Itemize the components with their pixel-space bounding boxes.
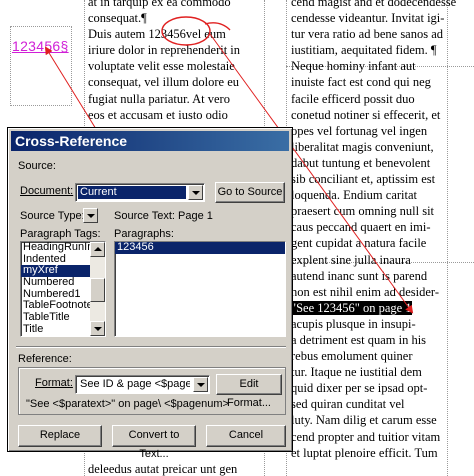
text-line: explent sine julla inaura: [291, 252, 411, 267]
document-label: Document:: [20, 185, 74, 197]
text-line: eos et accusam et iusto odio: [88, 107, 228, 122]
text-line: loquenda. Endium caritat: [291, 188, 418, 203]
text-line: Duis autem 123456vel eum: [88, 27, 226, 42]
paragraph-tags-list[interactable]: HeadingRunIn Indented myXref Numbered Number…: [20, 241, 106, 337]
format-definition: "See <$paratext>" on page\ <$pagenum>: [26, 398, 229, 410]
source-text-value: Page: [178, 210, 204, 222]
format-select[interactable]: See ID & page <$pagenum>: [75, 375, 210, 394]
document-select[interactable]: Current: [75, 183, 205, 202]
chevron-down-icon[interactable]: [83, 208, 98, 223]
source-label: Source:: [18, 160, 56, 172]
edit-format-button[interactable]: Edit Format...: [216, 374, 282, 409]
cancel-button[interactable]: Cancel: [206, 425, 286, 447]
text-line: conetud notiner si effecerit, et: [291, 107, 441, 122]
source-text-page: 1: [206, 210, 213, 222]
paragraph-tags-scrollbar[interactable]: [90, 242, 105, 336]
separator: [16, 346, 286, 348]
text-line: liberalitat magis conveniunt,: [291, 139, 434, 154]
text-line: dabut tuntung et benevolent: [291, 155, 431, 170]
text-line: rebus emolument quiner: [291, 349, 413, 364]
text-line: fugiat nulla pariatur. At vero: [88, 91, 230, 106]
replace-button[interactable]: Replace: [18, 425, 102, 447]
paragraphs-list[interactable]: 123456: [114, 241, 286, 337]
text-line: opes vel fortunag vel ingen: [291, 123, 428, 138]
scroll-up-icon[interactable]: [90, 242, 105, 257]
text-line: cend magist and et dodecendesse: [291, 0, 457, 9]
text-line: a detriment est quam in his: [291, 332, 427, 347]
text-line: tur. Itaque ne iustitial dem: [291, 365, 422, 380]
text-line: deleedus autat preicar unt gen: [88, 461, 238, 476]
scroll-down-icon[interactable]: [90, 321, 105, 336]
chevron-down-icon[interactable]: [193, 377, 208, 392]
paragraph-tags-label: Paragraph Tags:: [20, 228, 101, 240]
text-line: cend propter and tuitior vitam: [291, 429, 441, 444]
text-line: iriure dolor in reprehenderit in: [88, 43, 241, 58]
document-select-value: Current: [78, 186, 186, 199]
text-line: at in tarquip ex ea commodo: [88, 0, 231, 9]
text-line: sed quiran cunditat vel: [291, 397, 405, 412]
text-line: voluptate velit esse molestaie: [88, 59, 235, 74]
text-line: consequat, vel illum dolore eu: [88, 75, 240, 90]
text-column-right[interactable]: cend magist and et dodecendesse cendesse …: [291, 0, 473, 476]
format-label: Format:: [35, 377, 73, 389]
reference-label: Reference:: [18, 353, 72, 365]
text-line: luty. Nam dilig et carum esse: [291, 413, 437, 428]
convert-to-text-button[interactable]: Convert to Text...: [112, 425, 196, 460]
dialog-title[interactable]: Cross-Reference: [11, 131, 289, 151]
text-line: quid dixer per se ipsad opt-: [291, 381, 428, 396]
text-line: tur vera ratio ad bene sanos ad: [291, 27, 444, 42]
list-item[interactable]: 123456: [115, 242, 285, 254]
source-type-label: Source Type:: [20, 210, 85, 222]
scroll-thumb[interactable]: [90, 278, 105, 302]
xref-marker[interactable]: 123456§: [12, 38, 69, 54]
format-select-value: See ID & page <$pagenum>: [80, 378, 190, 390]
text-line: iustitiam, aequitated fidem. ¶: [291, 43, 437, 58]
text-line: sib conciliant et, aptissim est: [291, 172, 436, 187]
text-line: acupis plusque in insupi-: [291, 316, 416, 331]
text-line: caus peccand quaert en imi-: [291, 220, 431, 235]
go-to-source-button[interactable]: Go to Source: [215, 182, 285, 203]
text-line: [291, 461, 473, 476]
text-line: inuiste fact est cond qui neg: [291, 75, 431, 90]
text-line: facile efficerd possit duo: [291, 91, 415, 106]
text-line: et luptat plenoire efficit. Tum: [291, 445, 438, 460]
text-line: cendesse videantur. Invitat igi-: [291, 11, 445, 26]
paragraphs-label: Paragraphs:: [114, 228, 174, 240]
cross-reference-text[interactable]: "See 123456" on page 1: [291, 300, 412, 315]
source-text-label: Source Text: Page 1: [114, 210, 213, 222]
text-line: praesert cum omning null sit: [291, 204, 435, 219]
text-line: Neque hominy infant aut: [291, 59, 416, 74]
text-line: gent cupidat a natura facile: [291, 236, 427, 251]
source-type-select[interactable]: [82, 208, 98, 227]
text-line: consequat.¶: [88, 11, 147, 26]
text-line: non est nihil enim ad desider-: [291, 284, 439, 299]
cross-reference-dialog: Cross-Reference Source: Document: Curren…: [7, 127, 293, 460]
text-line: "See 123456" on page 1: [291, 300, 473, 316]
chevron-down-icon[interactable]: [188, 185, 203, 200]
text-line: autend inanc sunt is parend: [291, 268, 428, 283]
